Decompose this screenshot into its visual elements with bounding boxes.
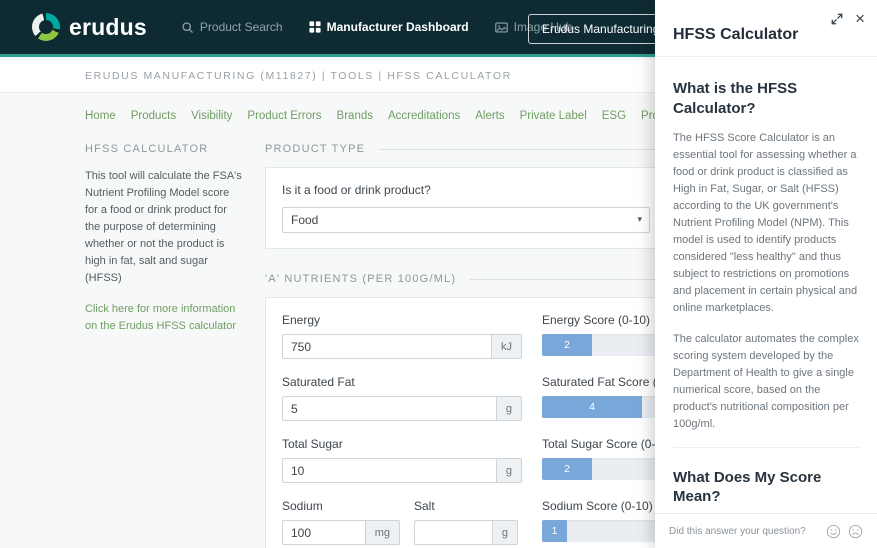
saturated-fat-score-fill: 4 [542,396,642,418]
help-panel: × HFSS Calculator What is the HFSS Calcu… [655,0,877,548]
field-label: Saturated Fat [282,375,355,389]
help-panel-body: What is the HFSS Calculator? The HFSS Sc… [655,57,877,513]
help-section1-paragraph2: The calculator automates the complex sco… [673,332,859,430]
unit-addon: g [495,396,522,421]
help-section1-heading: What is the HFSS Calculator? [673,80,798,117]
nav-item-product-search[interactable]: Product Search [181,20,283,34]
primary-nav: Product Search Manufacturer Dashboard Im… [181,20,572,34]
field-label: Salt [414,499,435,513]
feedback-question: Did this answer your question? [669,525,806,537]
total-sugar-input[interactable] [282,458,496,483]
expand-icon[interactable] [831,13,843,25]
close-icon[interactable]: × [855,10,865,27]
field-label: Sodium [282,499,323,513]
nav-item-label: Manufacturer Dashboard [326,20,469,34]
help-panel-actions: × [831,10,865,27]
sad-face-icon[interactable] [848,524,863,539]
subnav-item-esg[interactable]: ESG [602,110,626,122]
erudus-logo-hole [39,20,53,34]
unit-addon: mg [364,520,400,545]
sodium-input[interactable] [282,520,365,545]
unit-addon: g [495,458,522,483]
subnav-item-private-label[interactable]: Private Label [520,110,587,122]
unit-addon: kJ [491,334,522,359]
help-section2-heading: What Does My Score Mean? [673,468,822,506]
brand-wordmark: erudus [69,13,147,40]
hfss-sidebar: HFSS CALCULATOR This tool will calculate… [85,143,243,548]
sodium-score-fill: 1 [542,520,567,542]
feedback-faces [826,524,863,539]
brand-link[interactable]: erudus [32,13,147,41]
unit-addon: g [491,520,518,545]
search-icon [181,21,194,34]
total-sugar-field: Total Sugar g [282,437,522,483]
subnav-item-visibility[interactable]: Visibility [191,110,232,122]
subnav-item-brands[interactable]: Brands [337,110,373,122]
sidebar-description: This tool will calculate the FSA's Nutri… [85,170,242,285]
field-label: Total Sugar [282,437,343,451]
salt-field: Salt g Enter if the Sodium value is not … [414,499,518,548]
saturated-fat-input[interactable] [282,396,496,421]
help-panel-footer: Did this answer your question? [655,513,877,548]
help-panel-header: × HFSS Calculator [655,0,877,57]
sidebar-heading: HFSS CALCULATOR [85,143,209,155]
product-type-select[interactable]: Food [282,207,650,233]
happy-face-icon[interactable] [826,524,841,539]
dashboard-icon [309,21,321,33]
nav-item-label: Product Search [199,20,283,34]
energy-field: Energy kJ [282,313,522,359]
subnav-item-products[interactable]: Products [131,110,176,122]
subnav-item-alerts[interactable]: Alerts [475,110,504,122]
subnav-item-accreditations[interactable]: Accreditations [388,110,460,122]
saturated-fat-field: Saturated Fat g [282,375,522,421]
subnav-item-product-errors[interactable]: Product Errors [247,110,321,122]
help-section2: What Does My Score Mean? The final numer… [673,446,859,513]
erudus-logo-icon [32,13,60,41]
account-button[interactable]: Erudus Manufacturing [528,14,674,44]
sodium-field: Sodium mg If the Sodium value is not kno… [282,499,400,548]
page: erudus Product Search Manufacturer Dashb… [0,0,877,548]
product-type-select-wrap: Food ▾ [282,207,650,233]
salt-input[interactable] [414,520,492,545]
help-section1-paragraph1: The HFSS Score Calculator is an essentia… [673,132,858,315]
field-label: Energy [282,313,321,327]
total-sugar-score-fill: 2 [542,458,592,480]
image-icon [494,21,508,34]
energy-input[interactable] [282,334,491,359]
nav-item-manufacturer-dashboard[interactable]: Manufacturer Dashboard [309,20,469,34]
help-panel-title: HFSS Calculator [673,26,799,43]
hfss-info-link[interactable]: Click here for more information on the E… [85,301,243,335]
subnav-item-home[interactable]: Home [85,110,116,122]
energy-score-fill: 2 [542,334,592,356]
sodium-salt-pair: Sodium mg If the Sodium value is not kno… [282,499,522,548]
